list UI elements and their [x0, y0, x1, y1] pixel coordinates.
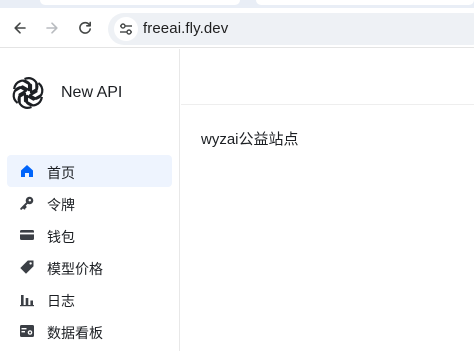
- url-text[interactable]: freeai.fly.dev: [143, 20, 228, 37]
- sidebar-item-home[interactable]: 首页: [7, 155, 172, 187]
- forward-arrow-icon: [46, 22, 58, 34]
- sidebar-item-label: 令牌: [47, 197, 75, 213]
- sidebar-item-dashboard[interactable]: 数据看板: [7, 315, 172, 347]
- sidebar-item-model-pricing[interactable]: 模型价格: [7, 251, 172, 283]
- wallet-icon: [18, 226, 36, 244]
- key-icon: [18, 194, 36, 212]
- app-name: New API: [61, 84, 123, 101]
- sidebar: New API 首页 令牌 钱包 模型价格 日志 数据看板: [0, 49, 180, 351]
- site-settings-icon: [120, 23, 132, 35]
- tab-strip: [0, 0, 474, 8]
- header-divider: [181, 104, 474, 105]
- browser-toolbar: freeai.fly.dev: [0, 8, 474, 48]
- address-bar[interactable]: freeai.fly.dev: [108, 13, 474, 45]
- brand[interactable]: New API: [10, 75, 122, 111]
- page-title: wyzai公益站点: [201, 131, 299, 148]
- bar-chart-icon: [18, 290, 36, 308]
- site-info-button[interactable]: [114, 17, 138, 41]
- reload-icon: [79, 21, 91, 34]
- reload-button[interactable]: [73, 16, 97, 40]
- forward-button[interactable]: [40, 16, 64, 40]
- sidebar-item-label: 模型价格: [47, 261, 103, 277]
- back-arrow-icon: [14, 22, 26, 34]
- sidebar-item-label: 钱包: [47, 229, 75, 245]
- sidebar-item-label: 日志: [47, 293, 75, 309]
- sidebar-item-logs[interactable]: 日志: [7, 283, 172, 315]
- sidebar-item-tokens[interactable]: 令牌: [7, 187, 172, 219]
- openai-logo: [12, 77, 44, 109]
- browser-tab[interactable]: [40, 0, 240, 5]
- back-button[interactable]: [8, 16, 32, 40]
- sidebar-item-label: 首页: [47, 165, 75, 181]
- price-tag-icon: [18, 258, 36, 276]
- home-icon: [18, 162, 36, 180]
- browser-tab[interactable]: [256, 0, 474, 5]
- dashboard-icon: [18, 322, 36, 340]
- sidebar-item-label: 数据看板: [47, 325, 103, 341]
- sidebar-item-wallet[interactable]: 钱包: [7, 219, 172, 251]
